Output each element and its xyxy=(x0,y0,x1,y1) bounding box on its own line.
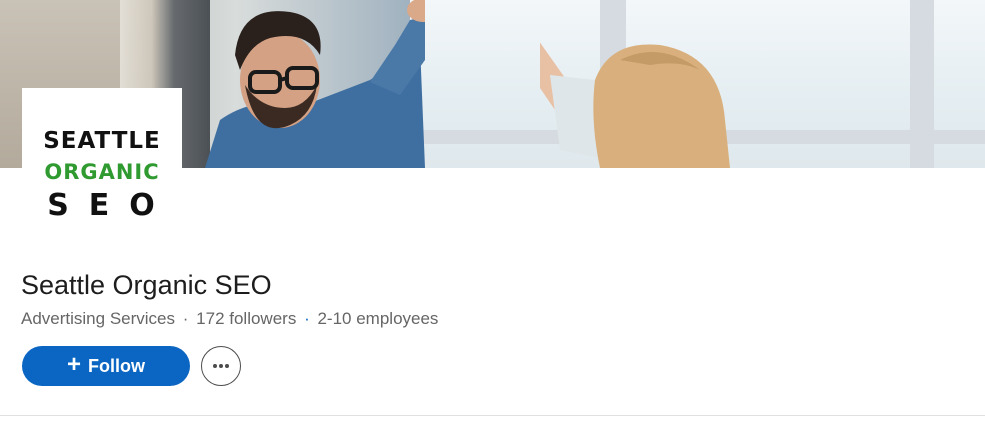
more-horizontal-icon xyxy=(213,364,229,368)
follow-button[interactable]: + Follow xyxy=(22,346,190,386)
plus-icon: + xyxy=(66,351,81,378)
follow-button-label: Follow xyxy=(88,355,145,376)
company-name: Seattle Organic SEO xyxy=(21,270,272,300)
company-logo: SEATTLE ORGANIC SEO xyxy=(22,88,182,248)
section-divider xyxy=(0,415,985,416)
cover-person-man xyxy=(205,0,425,168)
logo-line-seattle: SEATTLE xyxy=(43,128,161,154)
company-followers: 172 followers xyxy=(196,309,297,328)
meta-separator: · xyxy=(304,309,310,328)
meta-separator: · xyxy=(182,309,189,328)
logo-line-organic: ORGANIC xyxy=(44,160,160,184)
logo-line-seo: SEO xyxy=(47,188,175,223)
company-meta: Advertising Services · 172 followers · 2… xyxy=(21,309,438,329)
company-industry: Advertising Services xyxy=(21,309,176,328)
company-employees[interactable]: 2-10 employees xyxy=(317,309,438,328)
more-options-button[interactable] xyxy=(201,346,241,386)
cover-person-woman xyxy=(540,42,730,168)
